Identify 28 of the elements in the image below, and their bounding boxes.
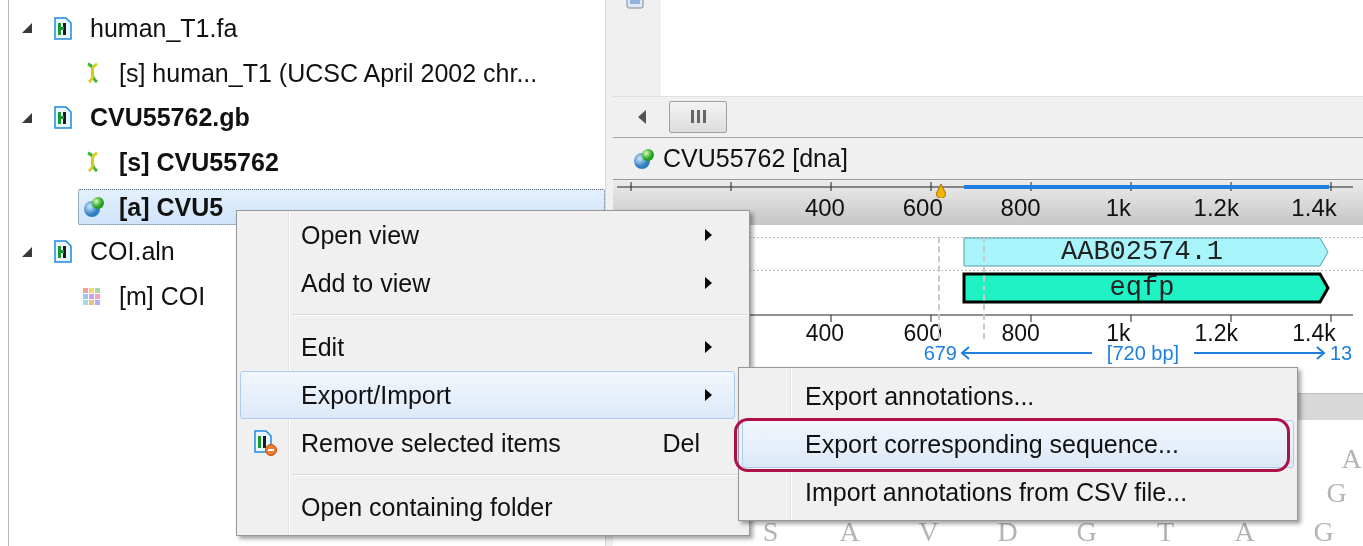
range-length: [720 bp] — [1106, 342, 1180, 365]
annotation-label: eqfp — [1108, 272, 1176, 305]
sequence-letter: G — [1325, 477, 1348, 509]
ruler-label: 800 — [1000, 196, 1041, 221]
ruler-label: 400 — [804, 196, 845, 221]
sequence-letter: A — [1233, 518, 1256, 546]
range-start: 679 — [922, 342, 958, 365]
sequence-letter: G — [1312, 518, 1335, 546]
range-end: 13 — [1329, 342, 1353, 365]
ruler-label: 1.4k — [1292, 323, 1336, 344]
shortcut-text: Del — [662, 428, 701, 458]
ruler-label: 800 — [1001, 323, 1040, 344]
view-title: CVU55762 [dna] — [663, 144, 848, 173]
ruler-label: 1k — [1106, 323, 1131, 344]
ruler-label: 600 — [902, 196, 943, 221]
sequence-letter: T — [1155, 518, 1176, 546]
sequence-letter: S — [761, 518, 780, 546]
ruler-label: 400 — [805, 323, 845, 344]
ruler-label: 1k — [1105, 196, 1132, 221]
ruler-label: 1.4k — [1291, 196, 1337, 221]
ruler-label: 1.2k — [1193, 196, 1239, 221]
sequence-letter: A — [838, 518, 861, 546]
ruler-label: 1.2k — [1194, 323, 1238, 344]
sequence-letter: D — [996, 518, 1019, 546]
sequence-letter: G — [1075, 518, 1098, 546]
sequence-letter: A — [1340, 443, 1363, 475]
sequence-letter: V — [917, 518, 940, 546]
annotation-label: AAB02574.1 — [1060, 236, 1224, 269]
